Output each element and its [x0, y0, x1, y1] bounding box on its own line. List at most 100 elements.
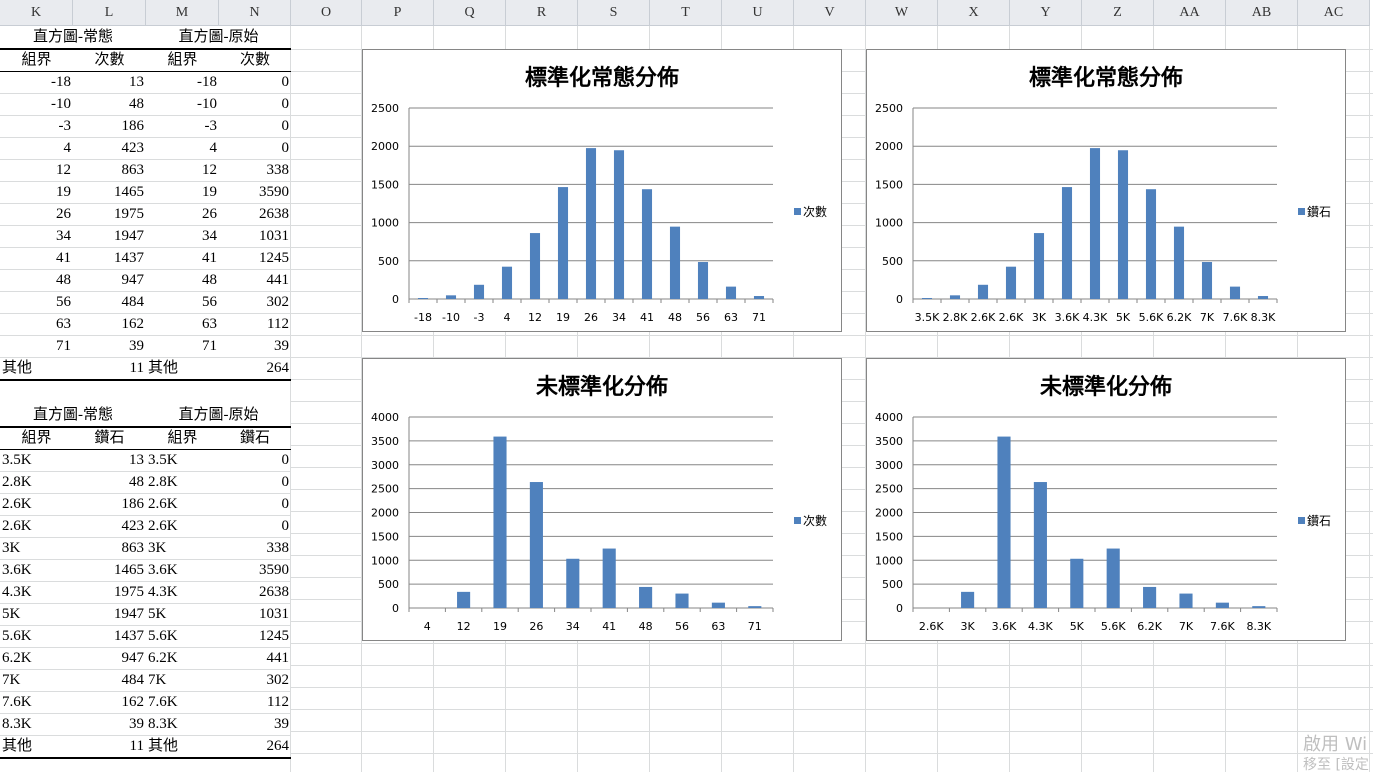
table-cell[interactable]: 2.6K [146, 515, 219, 538]
table-cell[interactable]: 3.5K [0, 449, 73, 472]
column-header-q[interactable]: Q [434, 0, 506, 26]
table-cell[interactable]: 2638 [219, 581, 291, 604]
table-cell[interactable]: 1465 [73, 181, 146, 204]
table-cell[interactable]: 7K [146, 669, 219, 692]
table-cell[interactable]: 71 [0, 335, 73, 358]
table-cell[interactable]: 34 [0, 225, 73, 248]
table-cell[interactable]: 3K [146, 537, 219, 560]
table-cell[interactable]: 41 [146, 247, 219, 270]
table1-title-left[interactable]: 直方圖-常態 [0, 27, 146, 50]
column-header-aa[interactable]: AA [1154, 0, 1226, 26]
table2-title-right[interactable]: 直方圖-原始 [146, 405, 291, 428]
table-cell[interactable]: 34 [146, 225, 219, 248]
table-cell[interactable]: 0 [219, 93, 291, 116]
table-cell[interactable]: 39 [73, 713, 146, 736]
table-cell[interactable]: 1947 [73, 603, 146, 626]
table-cell[interactable]: 186 [73, 493, 146, 516]
table-cell[interactable]: 1465 [73, 559, 146, 582]
table-cell[interactable]: 4 [146, 137, 219, 160]
table-cell[interactable]: 863 [73, 159, 146, 182]
table-cell[interactable]: 0 [219, 471, 291, 494]
table-cell[interactable]: 0 [219, 71, 291, 94]
column-header-s[interactable]: S [578, 0, 650, 26]
column-header-v[interactable]: V [794, 0, 866, 26]
table2-header[interactable]: 組界 [0, 427, 73, 450]
column-header-y[interactable]: Y [1010, 0, 1082, 26]
table-cell[interactable]: 2.6K [0, 493, 73, 516]
table1-title-right[interactable]: 直方圖-原始 [146, 27, 291, 50]
table-cell[interactable]: 863 [73, 537, 146, 560]
table-cell[interactable]: 7K [0, 669, 73, 692]
table-cell[interactable]: 7.6K [0, 691, 73, 714]
table-cell[interactable]: 947 [73, 269, 146, 292]
table2-header[interactable]: 組界 [146, 427, 219, 450]
column-header-k[interactable]: K [0, 0, 73, 26]
table-cell[interactable]: 2.6K [0, 515, 73, 538]
table-cell[interactable]: -18 [0, 71, 73, 94]
table-cell[interactable]: 3590 [219, 181, 291, 204]
table-cell[interactable]: 63 [146, 313, 219, 336]
table-cell[interactable]: 441 [219, 647, 291, 670]
column-header-t[interactable]: T [650, 0, 722, 26]
table-cell[interactable]: 264 [219, 735, 291, 759]
table-cell[interactable]: 4.3K [146, 581, 219, 604]
table-cell[interactable]: 2.8K [0, 471, 73, 494]
table-cell[interactable]: 1975 [73, 203, 146, 226]
table-cell[interactable]: 4.3K [0, 581, 73, 604]
table-cell[interactable]: 11 [73, 735, 146, 759]
table-cell[interactable]: 423 [73, 515, 146, 538]
table-cell[interactable]: 8.3K [146, 713, 219, 736]
table-cell[interactable]: 56 [0, 291, 73, 314]
table-cell[interactable]: 1975 [73, 581, 146, 604]
table-cell[interactable]: 112 [219, 691, 291, 714]
table-cell[interactable]: -10 [146, 93, 219, 116]
table-cell[interactable]: 3.6K [146, 559, 219, 582]
table1-header[interactable]: 組界 [146, 49, 219, 72]
table-cell[interactable]: 338 [219, 159, 291, 182]
table-cell[interactable]: 41 [0, 247, 73, 270]
table-cell[interactable]: 2.8K [146, 471, 219, 494]
column-header-r[interactable]: R [506, 0, 578, 26]
column-header-ac[interactable]: AC [1298, 0, 1370, 26]
table-cell[interactable]: 19 [0, 181, 73, 204]
table-cell[interactable]: 12 [0, 159, 73, 182]
column-header-ab[interactable]: AB [1226, 0, 1298, 26]
column-header-z[interactable]: Z [1082, 0, 1154, 26]
table-cell[interactable]: 48 [146, 269, 219, 292]
table-cell[interactable]: 4 [0, 137, 73, 160]
table-cell[interactable]: 2638 [219, 203, 291, 226]
table-cell[interactable]: 3.6K [0, 559, 73, 582]
table-cell[interactable]: 39 [219, 713, 291, 736]
table2-header[interactable]: 鑽石 [73, 427, 146, 450]
table-cell[interactable]: 0 [219, 515, 291, 538]
table-cell[interactable]: 423 [73, 137, 146, 160]
table-cell[interactable]: 63 [0, 313, 73, 336]
table-cell[interactable]: 48 [73, 471, 146, 494]
table-cell[interactable]: 3K [0, 537, 73, 560]
table2-title-left[interactable]: 直方圖-常態 [0, 405, 146, 428]
table-cell[interactable]: 1947 [73, 225, 146, 248]
table-cell[interactable]: 13 [73, 449, 146, 472]
table-cell[interactable]: 26 [146, 203, 219, 226]
table-cell[interactable]: 0 [219, 449, 291, 472]
column-header-n[interactable]: N [219, 0, 291, 26]
table-cell[interactable]: 其他 [0, 357, 73, 381]
table-cell[interactable]: 11 [73, 357, 146, 381]
column-header-w[interactable]: W [866, 0, 938, 26]
table-cell[interactable]: -18 [146, 71, 219, 94]
table-cell[interactable]: 264 [219, 357, 291, 381]
table-cell[interactable]: 0 [219, 493, 291, 516]
table-cell[interactable]: 71 [146, 335, 219, 358]
chart-normalized-count[interactable]: 標準化常態分佈 0 500 1000 1500 2000 2500 -18 -10 -3 4 12 1… [362, 49, 842, 332]
column-header-m[interactable]: M [146, 0, 219, 26]
table-cell[interactable]: 338 [219, 537, 291, 560]
table-cell[interactable]: 3.5K [146, 449, 219, 472]
table-cell[interactable]: 6.2K [146, 647, 219, 670]
table-cell[interactable]: 56 [146, 291, 219, 314]
table-cell[interactable]: 39 [219, 335, 291, 358]
table-cell[interactable]: 5K [146, 603, 219, 626]
table-cell[interactable]: 484 [73, 669, 146, 692]
table-cell[interactable]: 7.6K [146, 691, 219, 714]
table-cell[interactable]: -3 [0, 115, 73, 138]
table-cell[interactable]: 48 [73, 93, 146, 116]
